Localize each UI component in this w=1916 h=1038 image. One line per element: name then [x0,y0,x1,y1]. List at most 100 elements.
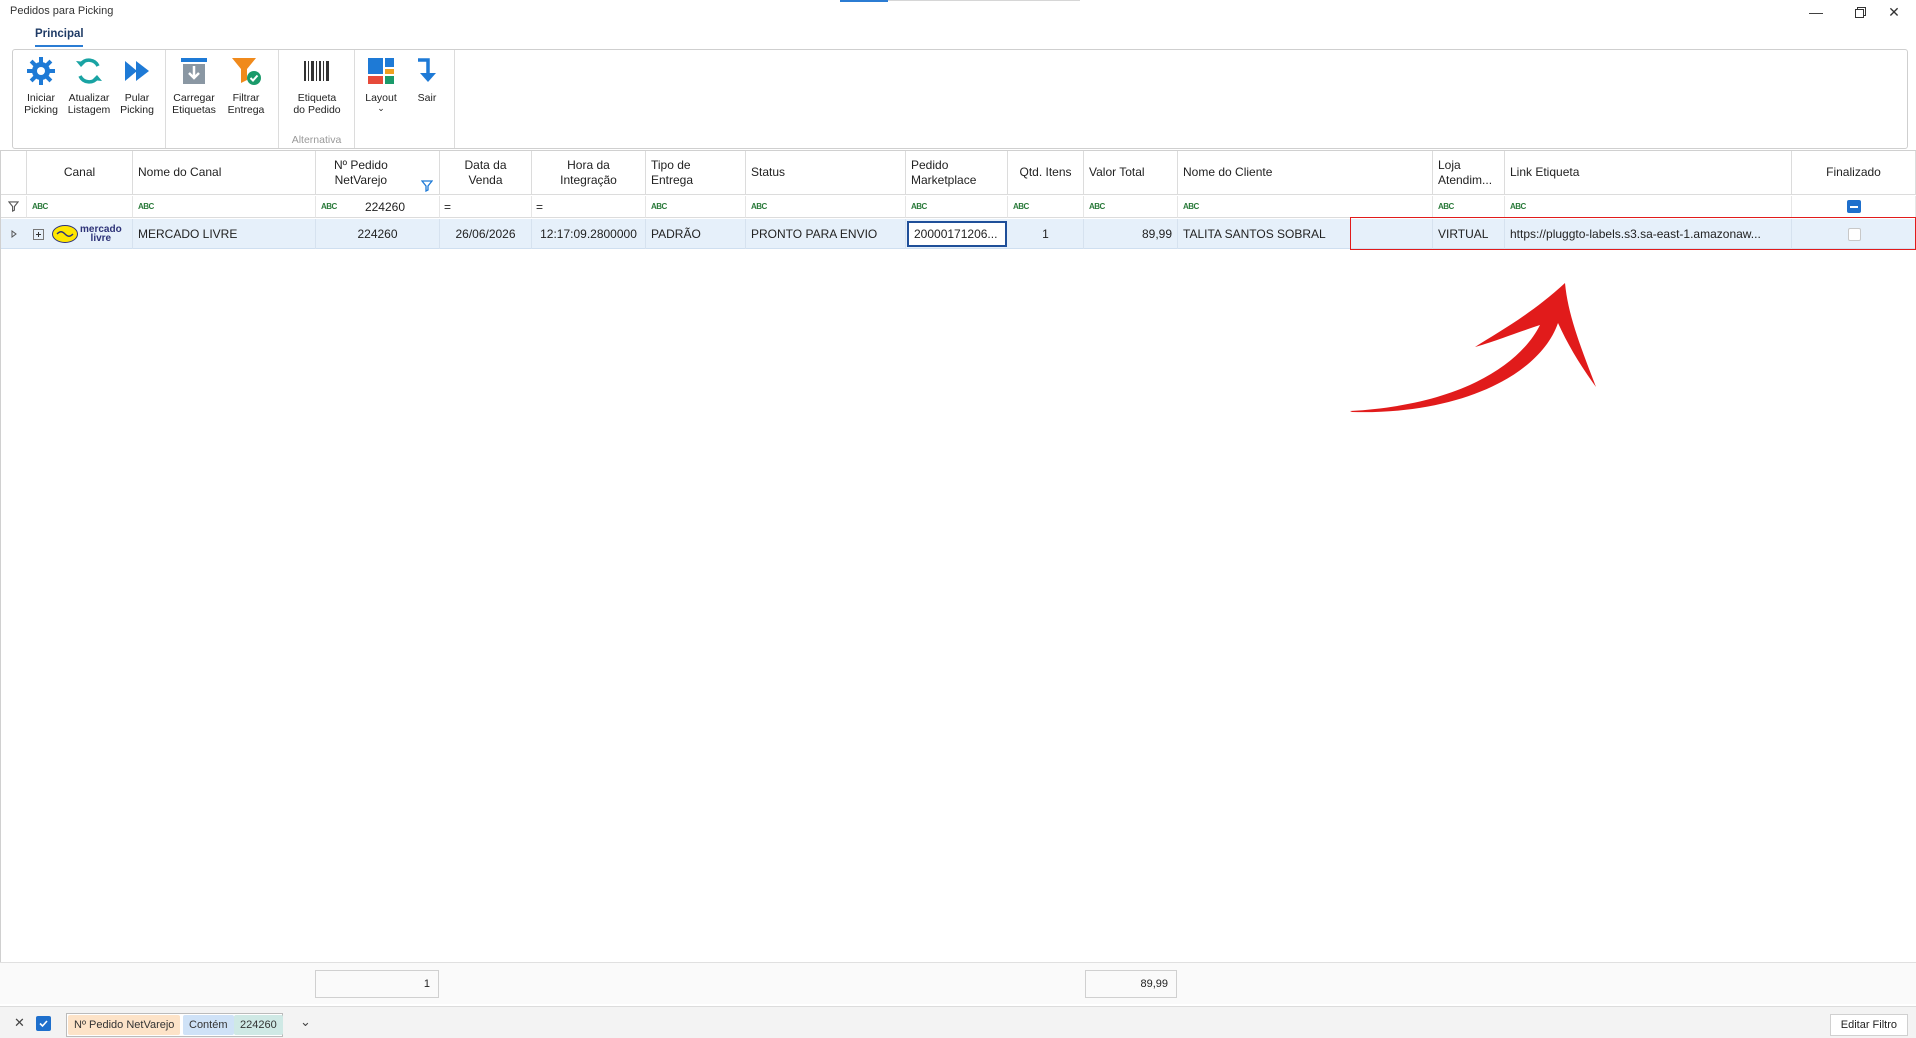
header-canal[interactable]: Canal [27,151,133,195]
filter-funnel-icon[interactable] [420,165,434,196]
summary-total: 89,99 [1085,970,1177,998]
cell-pedido-netvarejo: 224260 [316,219,440,249]
layout-button[interactable]: Layout ⌄ [357,54,405,113]
summary-count: 1 [315,970,439,998]
atualizar-listagem-label: Atualizar Listagem [67,92,111,116]
clear-filter-icon[interactable]: ✕ [14,1015,25,1031]
orders-grid: Canal Nome do Canal Nº Pedido NetVarejo … [0,150,1916,962]
row-expander-icon[interactable] [1,219,27,249]
chevron-down-icon: ⌄ [377,103,385,113]
filter-tipo-entrega[interactable]: ABC [646,196,746,218]
gear-icon [24,54,58,88]
header-pedido-netvarejo[interactable]: Nº Pedido NetVarejo [316,151,440,195]
cell-loja-atendimento: VIRTUAL [1433,219,1505,249]
header-finalizado[interactable]: Finalizado [1792,151,1916,195]
ribbon-group-layout: Layout ⌄ Sair [355,50,455,148]
header-data-venda[interactable]: Data da Venda [440,151,532,195]
logo-text-livre: livre [90,233,112,244]
header-qtd-itens[interactable]: Qtd. Itens [1008,151,1084,195]
filter-status[interactable]: ABC [746,196,906,218]
header-status[interactable]: Status [746,151,906,195]
header-hora-integracao[interactable]: Hora da Integração [532,151,646,195]
etiqueta-pedido-label: Etiqueta do Pedido [293,92,341,116]
header-link-etiqueta[interactable]: Link Etiqueta [1505,151,1792,195]
carregar-etiquetas-button[interactable]: Carregar Etiquetas [170,54,218,116]
ribbon-panel: Iniciar Picking Atualizar Listagem Pular… [12,49,1908,149]
filter-pedido-netvarejo[interactable]: ABC 224260 [316,196,440,218]
minimize-button[interactable]: — [1794,0,1838,24]
layout-icon [364,54,398,88]
header-tipo-entrega[interactable]: Tipo de Entrega [646,151,746,195]
cell-pedido-marketplace[interactable]: 20000171206... [907,221,1007,247]
cell-nome-canal: MERCADO LIVRE [133,219,316,249]
abc-filter-icon: ABC [1510,202,1526,211]
summary-band [0,962,1916,1004]
editar-filtro-button[interactable]: Editar Filtro [1829,1014,1908,1036]
abc-filter-icon: ABC [1183,202,1199,211]
cell-link-etiqueta[interactable]: https://pluggto-labels.s3.sa-east-1.amaz… [1505,219,1792,249]
filter-loja-atendimento[interactable]: ABC [1433,196,1505,218]
refresh-icon [72,54,106,88]
cell-data-venda: 26/06/2026 [440,219,532,249]
cell-nome-cliente: TALITA SANTOS SOBRAL [1178,219,1433,249]
atualizar-listagem-button[interactable]: Atualizar Listagem [65,54,113,116]
filter-row-icon [1,196,27,218]
filtrar-entrega-label: Filtrar Entrega [227,92,265,116]
header-nome-canal[interactable]: Nome do Canal [133,151,316,195]
filter-data-venda[interactable]: = [440,196,532,218]
filter-nome-canal[interactable]: ABC [133,196,316,218]
filter-qtd-itens[interactable]: ABC [1008,196,1084,218]
abc-filter-icon: ABC [751,202,767,211]
filter-value-chip[interactable]: 224260 [234,1015,283,1035]
finalizado-checkbox[interactable] [1847,227,1861,241]
tab-principal[interactable]: Principal [35,28,84,40]
title-bar: Pedidos para Picking — ✕ [0,0,1916,24]
pular-picking-button[interactable]: Pular Picking [113,54,161,116]
abc-filter-icon: ABC [32,202,48,211]
sair-button[interactable]: Sair [403,54,451,104]
filter-valor-total[interactable]: ABC [1084,196,1178,218]
window-title: Pedidos para Picking [10,5,114,17]
funnel-check-icon [229,54,263,88]
filter-canal[interactable]: ABC [27,196,133,218]
filtrar-entrega-button[interactable]: Filtrar Entrega [222,54,270,116]
abc-filter-icon: ABC [1438,202,1454,211]
filter-bar: ✕ Nº Pedido NetVarejo Contém 224260 ⌄ Ed… [0,1006,1916,1038]
fast-forward-icon [120,54,154,88]
title-accent [840,0,888,2]
filter-history-chevron-icon[interactable]: ⌄ [300,1014,311,1030]
close-window-button[interactable]: ✕ [1872,0,1916,24]
filter-nome-cliente[interactable]: ABC [1178,196,1433,218]
iniciar-picking-button[interactable]: Iniciar Picking [17,54,65,116]
download-tray-icon [177,54,211,88]
filter-pedido-marketplace[interactable]: ABC [906,196,1008,218]
indeterminate-checkbox-icon[interactable] [1846,200,1861,213]
header-valor-total[interactable]: Valor Total [1084,151,1178,195]
abc-filter-icon: ABC [1089,202,1105,211]
header-nome-cliente[interactable]: Nome do Cliente [1178,151,1433,195]
etiqueta-pedido-button[interactable]: Etiqueta do Pedido [293,54,341,116]
enable-filter-checkbox[interactable] [36,1016,51,1031]
abc-filter-icon: ABC [911,202,927,211]
filter-hora-integracao[interactable]: = [532,196,646,218]
filter-finalizado[interactable] [1792,196,1916,218]
pular-picking-label: Pular Picking [120,92,154,116]
filter-link-etiqueta[interactable]: ABC [1505,196,1792,218]
filter-field-chip[interactable]: Nº Pedido NetVarejo [68,1015,181,1035]
filter-pedido-value[interactable]: 224260 [365,200,405,214]
restore-icon [1854,6,1866,18]
tab-underline [35,45,83,47]
header-indicator [1,151,27,195]
cell-hora-integracao: 12:17:09.2800000 [532,219,646,249]
expand-detail-icon[interactable] [33,228,44,240]
header-pedido-netvarejo-label: Nº Pedido NetVarejo [334,157,388,187]
barcode-icon [300,54,334,88]
ribbon-group-alternativa: Etiqueta do Pedido Alternativa [279,50,355,148]
header-loja-atendimento[interactable]: Loja Atendim... [1433,151,1505,195]
checkmark-icon [39,1020,48,1028]
header-pedido-marketplace[interactable]: Pedido Marketplace [906,151,1008,195]
filter-operator-chip[interactable]: Contém [183,1015,234,1035]
cell-canal: mercado livre [27,219,133,249]
exit-arrow-icon [410,54,444,88]
ribbon-group-etiquetas: Carregar Etiquetas Filtrar Entrega [166,50,279,148]
